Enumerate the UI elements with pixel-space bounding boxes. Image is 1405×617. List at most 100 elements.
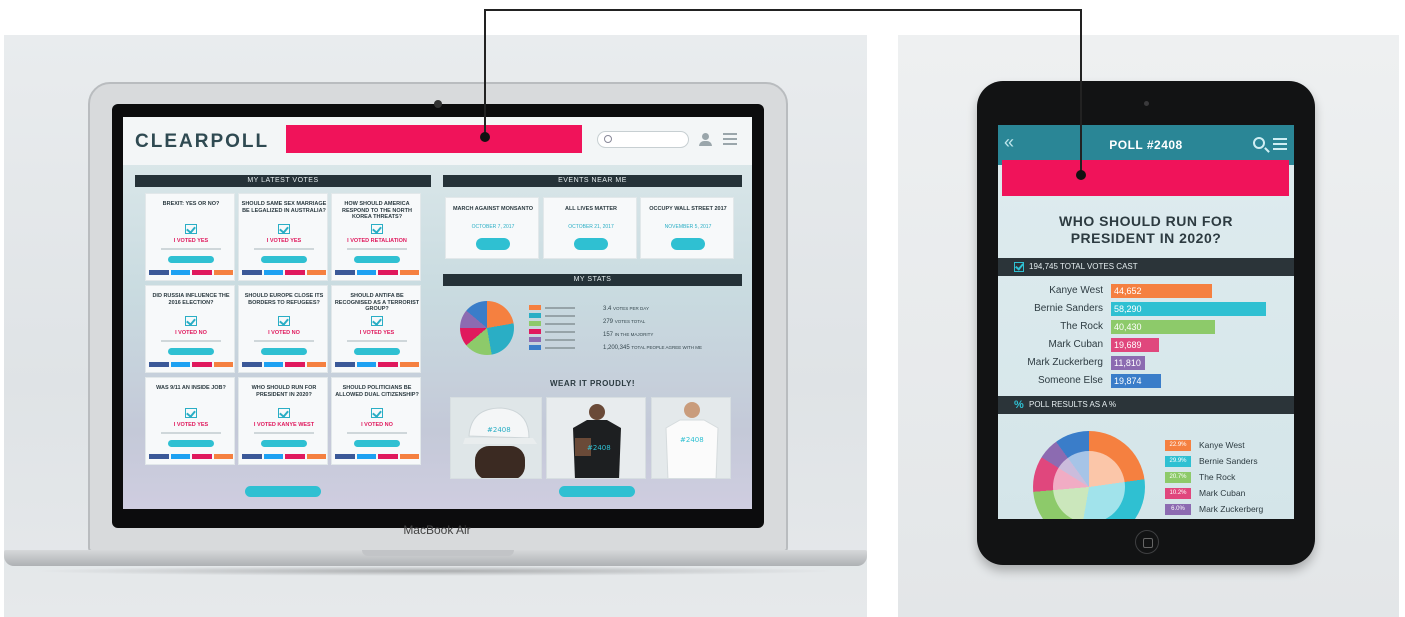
voted-label: I VOTED NO bbox=[268, 330, 300, 336]
legend-name: The Rock bbox=[1199, 472, 1236, 482]
vote-card[interactable]: SHOULD SAME SEX MARRIAGE BE LEGALIZED IN… bbox=[238, 193, 328, 281]
twitter-share-button[interactable] bbox=[170, 270, 190, 275]
vote-card[interactable]: HOW SHOULD AMERICA RESPOND TO THE NORTH … bbox=[331, 193, 421, 281]
poll-results-button[interactable] bbox=[261, 256, 307, 263]
poll-results-button[interactable] bbox=[261, 440, 307, 447]
twitter-share-button[interactable] bbox=[263, 454, 283, 459]
events-heading: EVENTS NEAR ME bbox=[443, 175, 742, 187]
vote-card[interactable]: SHOULD EUROPE CLOSE ITS BORDERS TO REFUG… bbox=[238, 285, 328, 373]
tablet-home-button[interactable] bbox=[1135, 530, 1159, 554]
other-share-button[interactable] bbox=[306, 454, 326, 459]
event-card[interactable]: ALL LIVES MATTER OCTOBER 21, 2017 bbox=[543, 197, 637, 259]
connector-line bbox=[484, 9, 1082, 11]
search-input[interactable] bbox=[597, 131, 689, 148]
other-share-button[interactable] bbox=[399, 362, 419, 367]
email-share-button[interactable] bbox=[378, 270, 398, 275]
twitter-share-button[interactable] bbox=[356, 362, 376, 367]
poll-results-button[interactable] bbox=[168, 440, 214, 447]
stats-pie-chart bbox=[460, 301, 514, 355]
email-share-button[interactable] bbox=[378, 362, 398, 367]
search-icon[interactable] bbox=[1253, 137, 1265, 149]
merch-cap[interactable]: #2408 bbox=[450, 397, 542, 479]
other-share-button[interactable] bbox=[213, 454, 233, 459]
vote-question: SHOULD EUROPE CLOSE ITS BORDERS TO REFUG… bbox=[244, 293, 324, 306]
shop-merch-button[interactable] bbox=[559, 486, 635, 497]
email-share-button[interactable] bbox=[192, 270, 212, 275]
poll-results-button[interactable] bbox=[354, 256, 400, 263]
poll-results-button[interactable] bbox=[168, 348, 214, 355]
vote-card[interactable]: WAS 9/11 AN INSIDE JOB? I VOTED YES bbox=[145, 377, 235, 465]
result-votes: 58,290 bbox=[1114, 304, 1142, 314]
facebook-share-button[interactable] bbox=[335, 270, 355, 275]
back-icon[interactable]: « bbox=[1004, 133, 1014, 151]
event-title: OCCUPY WALL STREET 2017 bbox=[649, 206, 727, 212]
cap-print: #2408 bbox=[487, 426, 511, 434]
event-card[interactable]: OCCUPY WALL STREET 2017 NOVEMBER 5, 2017 bbox=[640, 197, 734, 259]
vote-card[interactable]: SHOULD ANTIFA BE RECOGNISED AS A TERRORI… bbox=[331, 285, 421, 373]
user-icon[interactable] bbox=[699, 133, 712, 146]
facebook-share-button[interactable] bbox=[242, 270, 262, 275]
email-share-button[interactable] bbox=[285, 270, 305, 275]
result-votes: 19,874 bbox=[1114, 376, 1142, 386]
result-votes: 40,430 bbox=[1114, 322, 1142, 332]
vote-card[interactable]: BREXIT: YES OR NO? I VOTED YES bbox=[145, 193, 235, 281]
stat-value: 157 bbox=[603, 332, 614, 338]
facebook-share-button[interactable] bbox=[242, 454, 262, 459]
other-share-button[interactable] bbox=[213, 270, 233, 275]
other-share-button[interactable] bbox=[306, 362, 326, 367]
app-logo[interactable]: CLEARPOLL bbox=[135, 131, 269, 153]
email-share-button[interactable] bbox=[285, 362, 305, 367]
event-attend-button[interactable] bbox=[476, 238, 510, 250]
legend-swatch bbox=[529, 305, 541, 310]
poll-results-button[interactable] bbox=[354, 440, 400, 447]
facebook-share-button[interactable] bbox=[149, 270, 169, 275]
facebook-share-button[interactable] bbox=[335, 454, 355, 459]
poll-results-button[interactable] bbox=[354, 348, 400, 355]
event-attend-button[interactable] bbox=[671, 238, 705, 250]
email-share-button[interactable] bbox=[192, 454, 212, 459]
vote-card[interactable]: SHOULD POLITICIANS BE ALLOWED DUAL CITIZ… bbox=[331, 377, 421, 465]
email-share-button[interactable] bbox=[192, 362, 212, 367]
result-name: Someone Else bbox=[1037, 375, 1103, 386]
other-share-button[interactable] bbox=[399, 454, 419, 459]
facebook-share-button[interactable] bbox=[149, 362, 169, 367]
twitter-share-button[interactable] bbox=[356, 454, 376, 459]
menu-icon[interactable] bbox=[723, 133, 737, 145]
email-share-button[interactable] bbox=[378, 454, 398, 459]
vote-card[interactable]: DID RUSSIA INFLUENCE THE 2016 ELECTION? I… bbox=[145, 285, 235, 373]
poll-results-button[interactable] bbox=[168, 256, 214, 263]
facebook-share-button[interactable] bbox=[242, 362, 262, 367]
stat-item: 1,200,345 TOTAL PEOPLE AGREE WITH ME bbox=[603, 345, 702, 352]
merch-black-tee[interactable]: #2408 bbox=[546, 397, 646, 479]
voted-label: I VOTED YES bbox=[359, 330, 395, 336]
share-buttons bbox=[335, 362, 419, 367]
twitter-share-button[interactable] bbox=[170, 454, 190, 459]
legend-name: Bernie Sanders bbox=[1199, 456, 1258, 466]
twitter-share-button[interactable] bbox=[356, 270, 376, 275]
result-bar: 44,652 bbox=[1111, 284, 1212, 298]
vote-question: WHO SHOULD RUN FOR PRESIDENT IN 2020? bbox=[251, 385, 317, 398]
share-buttons bbox=[242, 362, 326, 367]
poll-title: POLL #2408 bbox=[1109, 138, 1183, 152]
share-buttons bbox=[242, 270, 326, 275]
poll-results-label: POLL RESULTS AS A % bbox=[1029, 400, 1117, 409]
view-all-polls-button[interactable] bbox=[245, 486, 321, 497]
poll-results-button[interactable] bbox=[261, 348, 307, 355]
event-card[interactable]: MARCH AGAINST MONSANTO OCTOBER 7, 2017 bbox=[445, 197, 539, 259]
event-attend-button[interactable] bbox=[574, 238, 608, 250]
email-share-button[interactable] bbox=[285, 454, 305, 459]
facebook-share-button[interactable] bbox=[335, 362, 355, 367]
menu-icon[interactable] bbox=[1273, 138, 1287, 150]
merch-white-tee[interactable]: #2408 bbox=[651, 397, 731, 479]
other-share-button[interactable] bbox=[399, 270, 419, 275]
facebook-share-button[interactable] bbox=[149, 454, 169, 459]
twitter-share-button[interactable] bbox=[263, 362, 283, 367]
other-share-button[interactable] bbox=[306, 270, 326, 275]
stat-label: VOTES TOTAL bbox=[614, 319, 646, 324]
other-share-button[interactable] bbox=[213, 362, 233, 367]
twitter-share-button[interactable] bbox=[263, 270, 283, 275]
vote-card[interactable]: WHO SHOULD RUN FOR PRESIDENT IN 2020? I V… bbox=[238, 377, 328, 465]
connector-dot-laptop bbox=[480, 132, 490, 142]
agreement-text bbox=[347, 248, 407, 250]
twitter-share-button[interactable] bbox=[170, 362, 190, 367]
